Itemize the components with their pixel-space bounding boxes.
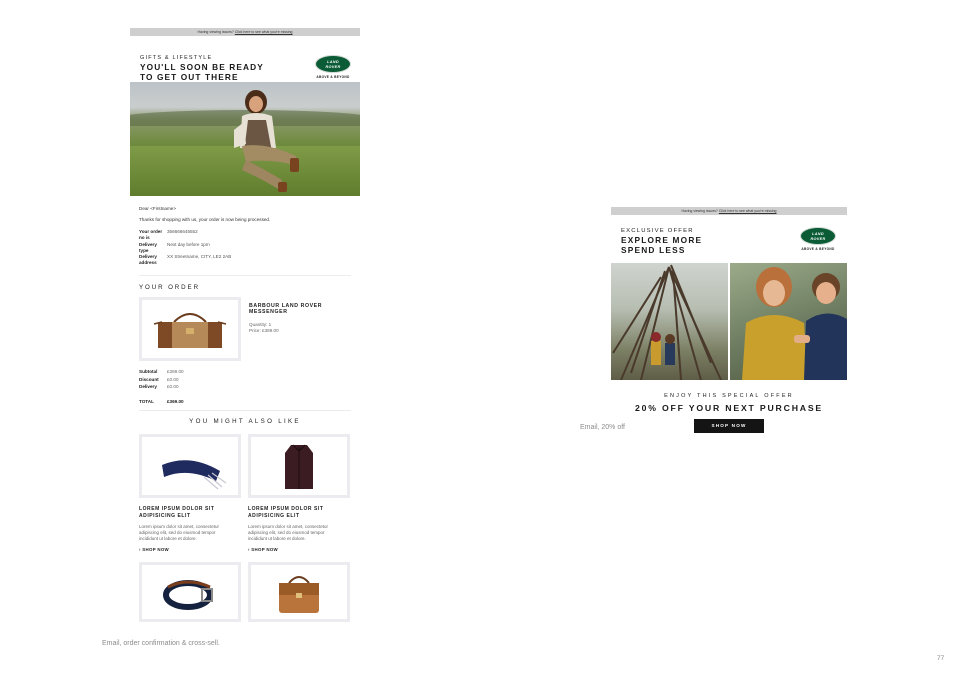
viewing-issues-text: Having viewing issues? xyxy=(681,209,718,213)
viewing-issues-bar: Having viewing issues? Click here to see… xyxy=(611,207,847,215)
order-body: Dear <Firstname> Thanks for shopping wit… xyxy=(130,206,360,622)
logo-word-2: ROVER xyxy=(325,64,341,69)
order-info-row: Delivery address XX Streetname, CITY, LE… xyxy=(139,254,351,267)
woman-sitting-figure xyxy=(234,90,299,192)
totals-row: Discount £0.00 xyxy=(139,376,351,384)
offer-email: Having viewing issues? Click here to see… xyxy=(611,207,847,433)
discount-value: £0.00 xyxy=(167,376,179,382)
cross-sell-desc-line-3: incididunt ut labore et dolore. xyxy=(139,536,197,542)
scarf-image[interactable] xyxy=(139,434,241,499)
delivery-address-label: Delivery address xyxy=(139,254,157,266)
shop-now-link[interactable]: › SHOP NOW xyxy=(139,547,241,552)
headline-line-2: TO GET OUT THERE xyxy=(140,71,239,82)
subtotal-value: £369.00 xyxy=(167,368,184,374)
divider xyxy=(139,410,351,412)
greeting: Dear <Firstname> xyxy=(139,206,177,211)
enjoy-offer-text: ENJOY THIS SPECIAL OFFER xyxy=(664,393,794,399)
also-like-title: YOU MIGHT ALSO LIKE xyxy=(189,418,301,426)
cross-sell-desc-line-3: incididunt ut labore et dolore. xyxy=(248,536,306,542)
cross-sell-item: LOREM IPSUM DOLOR SIT ADIPISICING ELIT L… xyxy=(248,434,350,552)
bag-icon xyxy=(153,312,227,348)
cross-sell-title-line-2: ADIPISICING ELIT xyxy=(139,512,191,519)
stick-den-illustration xyxy=(612,264,722,380)
messenger-bag-image[interactable] xyxy=(139,296,241,361)
totals-row: Delivery £0.00 xyxy=(139,383,351,391)
total-row: TOTAL £369.00 xyxy=(139,399,351,404)
offer-headline: 20% OFF YOUR NEXT PURCHASE xyxy=(634,403,824,413)
land-rover-logo[interactable]: LAND ROVER ABOVE & BEYOND xyxy=(799,227,837,251)
product-name: BARBOUR LAND ROVER MESSENGER xyxy=(249,303,322,316)
gilet-image[interactable] xyxy=(248,434,350,499)
email-header: EXCLUSIVE OFFER EXPLORE MORE SPEND LESS … xyxy=(611,215,847,263)
logo-oval: LAND ROVER xyxy=(800,227,836,245)
email-headline: EXPLORE MORE SPEND LESS xyxy=(621,235,702,255)
cross-sell-title: LOREM IPSUM DOLOR SIT ADIPISICING ELIT xyxy=(248,506,350,519)
cross-sell-row: LOREM IPSUM DOLOR SIT ADIPISICING ELIT L… xyxy=(139,434,351,552)
thanks-message: Thanks for shopping with us, your order … xyxy=(139,217,271,222)
view-online-link[interactable]: Click here to see what you're missing xyxy=(235,30,293,34)
leather-satchel-image[interactable] xyxy=(248,561,350,622)
cross-sell-item xyxy=(248,561,350,622)
belt-image[interactable] xyxy=(139,561,241,622)
product-details: Quantity: 1 Price: £369.00 xyxy=(249,322,279,334)
hero-image-woman-in-field xyxy=(130,82,360,196)
product-price: Price: £369.00 xyxy=(249,327,279,333)
email-header: GIFTS & LIFESTYLE YOU'LL SOON BE READY T… xyxy=(130,36,360,82)
discount-label: Discount xyxy=(139,376,159,382)
delivery-value: £0.00 xyxy=(167,384,179,390)
totals-row: Subtotal £369.00 xyxy=(139,368,351,376)
scarf-icon xyxy=(162,460,227,490)
cross-sell-description: Lorem ipsum dolor sit amet, consectetur … xyxy=(139,524,241,543)
order-confirmation-email: Having viewing issues? Click here to see… xyxy=(130,28,360,624)
shop-now-link[interactable]: › SHOP NOW xyxy=(248,547,350,552)
email-headline: YOU'LL SOON BE READY TO GET OUT THERE xyxy=(140,62,264,82)
cross-sell-item: LOREM IPSUM DOLOR SIT ADIPISICING ELIT L… xyxy=(139,434,241,552)
delivery-type-label: Delivery type xyxy=(139,241,157,253)
total-value: £369.00 xyxy=(167,399,184,405)
satchel-icon xyxy=(279,575,319,613)
delivery-address-value: XX Streetname, CITY, LE2 2AB xyxy=(167,254,232,260)
order-totals: Subtotal £369.00 Discount £0.00 Delivery… xyxy=(139,368,351,404)
order-number-value: 356666645552 xyxy=(167,229,198,234)
total-label: TOTAL xyxy=(139,399,154,405)
gilet-icon xyxy=(285,444,313,490)
order-info: Your order no is 356666645552 Delivery t… xyxy=(139,229,351,267)
cross-sell-title: LOREM IPSUM DOLOR SIT ADIPISICING ELIT xyxy=(139,506,241,519)
cross-sell-description: Lorem ipsum dolor sit amet, consectetur … xyxy=(248,524,350,543)
delivery-type-value: Next day before 1pm xyxy=(167,241,210,247)
headline-line-2: SPEND LESS xyxy=(621,244,686,255)
stick-den-image xyxy=(611,263,728,380)
children-illustration xyxy=(742,267,847,380)
your-order-title: YOUR ORDER xyxy=(139,283,200,291)
shop-now-button[interactable]: SHOP NOW xyxy=(694,419,764,433)
belt-icon xyxy=(163,579,213,610)
logo-word-2: ROVER xyxy=(810,236,826,241)
order-email-caption: Email, order confirmation & cross-sell. xyxy=(102,640,220,647)
logo-oval: LAND ROVER xyxy=(315,55,351,73)
view-online-link[interactable]: Click here to see what you're missing xyxy=(719,209,777,213)
viewing-issues-text: Having viewing issues? xyxy=(197,30,234,34)
delivery-label: Delivery xyxy=(139,384,157,390)
offer-email-caption: Email, 20% off xyxy=(580,424,626,431)
subtotal-label: Subtotal xyxy=(139,368,158,374)
hero-images xyxy=(611,263,847,380)
land-rover-logo[interactable]: LAND ROVER ABOVE & BEYOND xyxy=(314,55,352,79)
logo-tagline: ABOVE & BEYOND xyxy=(316,75,350,79)
cross-sell-item xyxy=(139,561,241,622)
page-number: 77 xyxy=(937,655,945,662)
email-kicker: GIFTS & LIFESTYLE xyxy=(140,55,213,61)
divider xyxy=(139,274,351,276)
cross-sell-title-line-2: ADIPISICING ELIT xyxy=(248,512,300,519)
logo-tagline: ABOVE & BEYOND xyxy=(801,247,835,251)
children-image xyxy=(730,263,847,380)
viewing-issues-bar: Having viewing issues? Click here to see… xyxy=(130,28,360,36)
email-kicker: EXCLUSIVE OFFER xyxy=(621,228,694,234)
order-number-label: Your order no is xyxy=(139,229,163,241)
order-info-row: Your order no is 356666645552 xyxy=(139,229,351,242)
product-name-line-2: MESSENGER xyxy=(249,309,288,316)
cross-sell-row xyxy=(139,561,351,622)
order-product: BARBOUR LAND ROVER MESSENGER Quantity: 1… xyxy=(139,296,351,363)
order-info-row: Delivery type Next day before 1pm xyxy=(139,242,351,255)
